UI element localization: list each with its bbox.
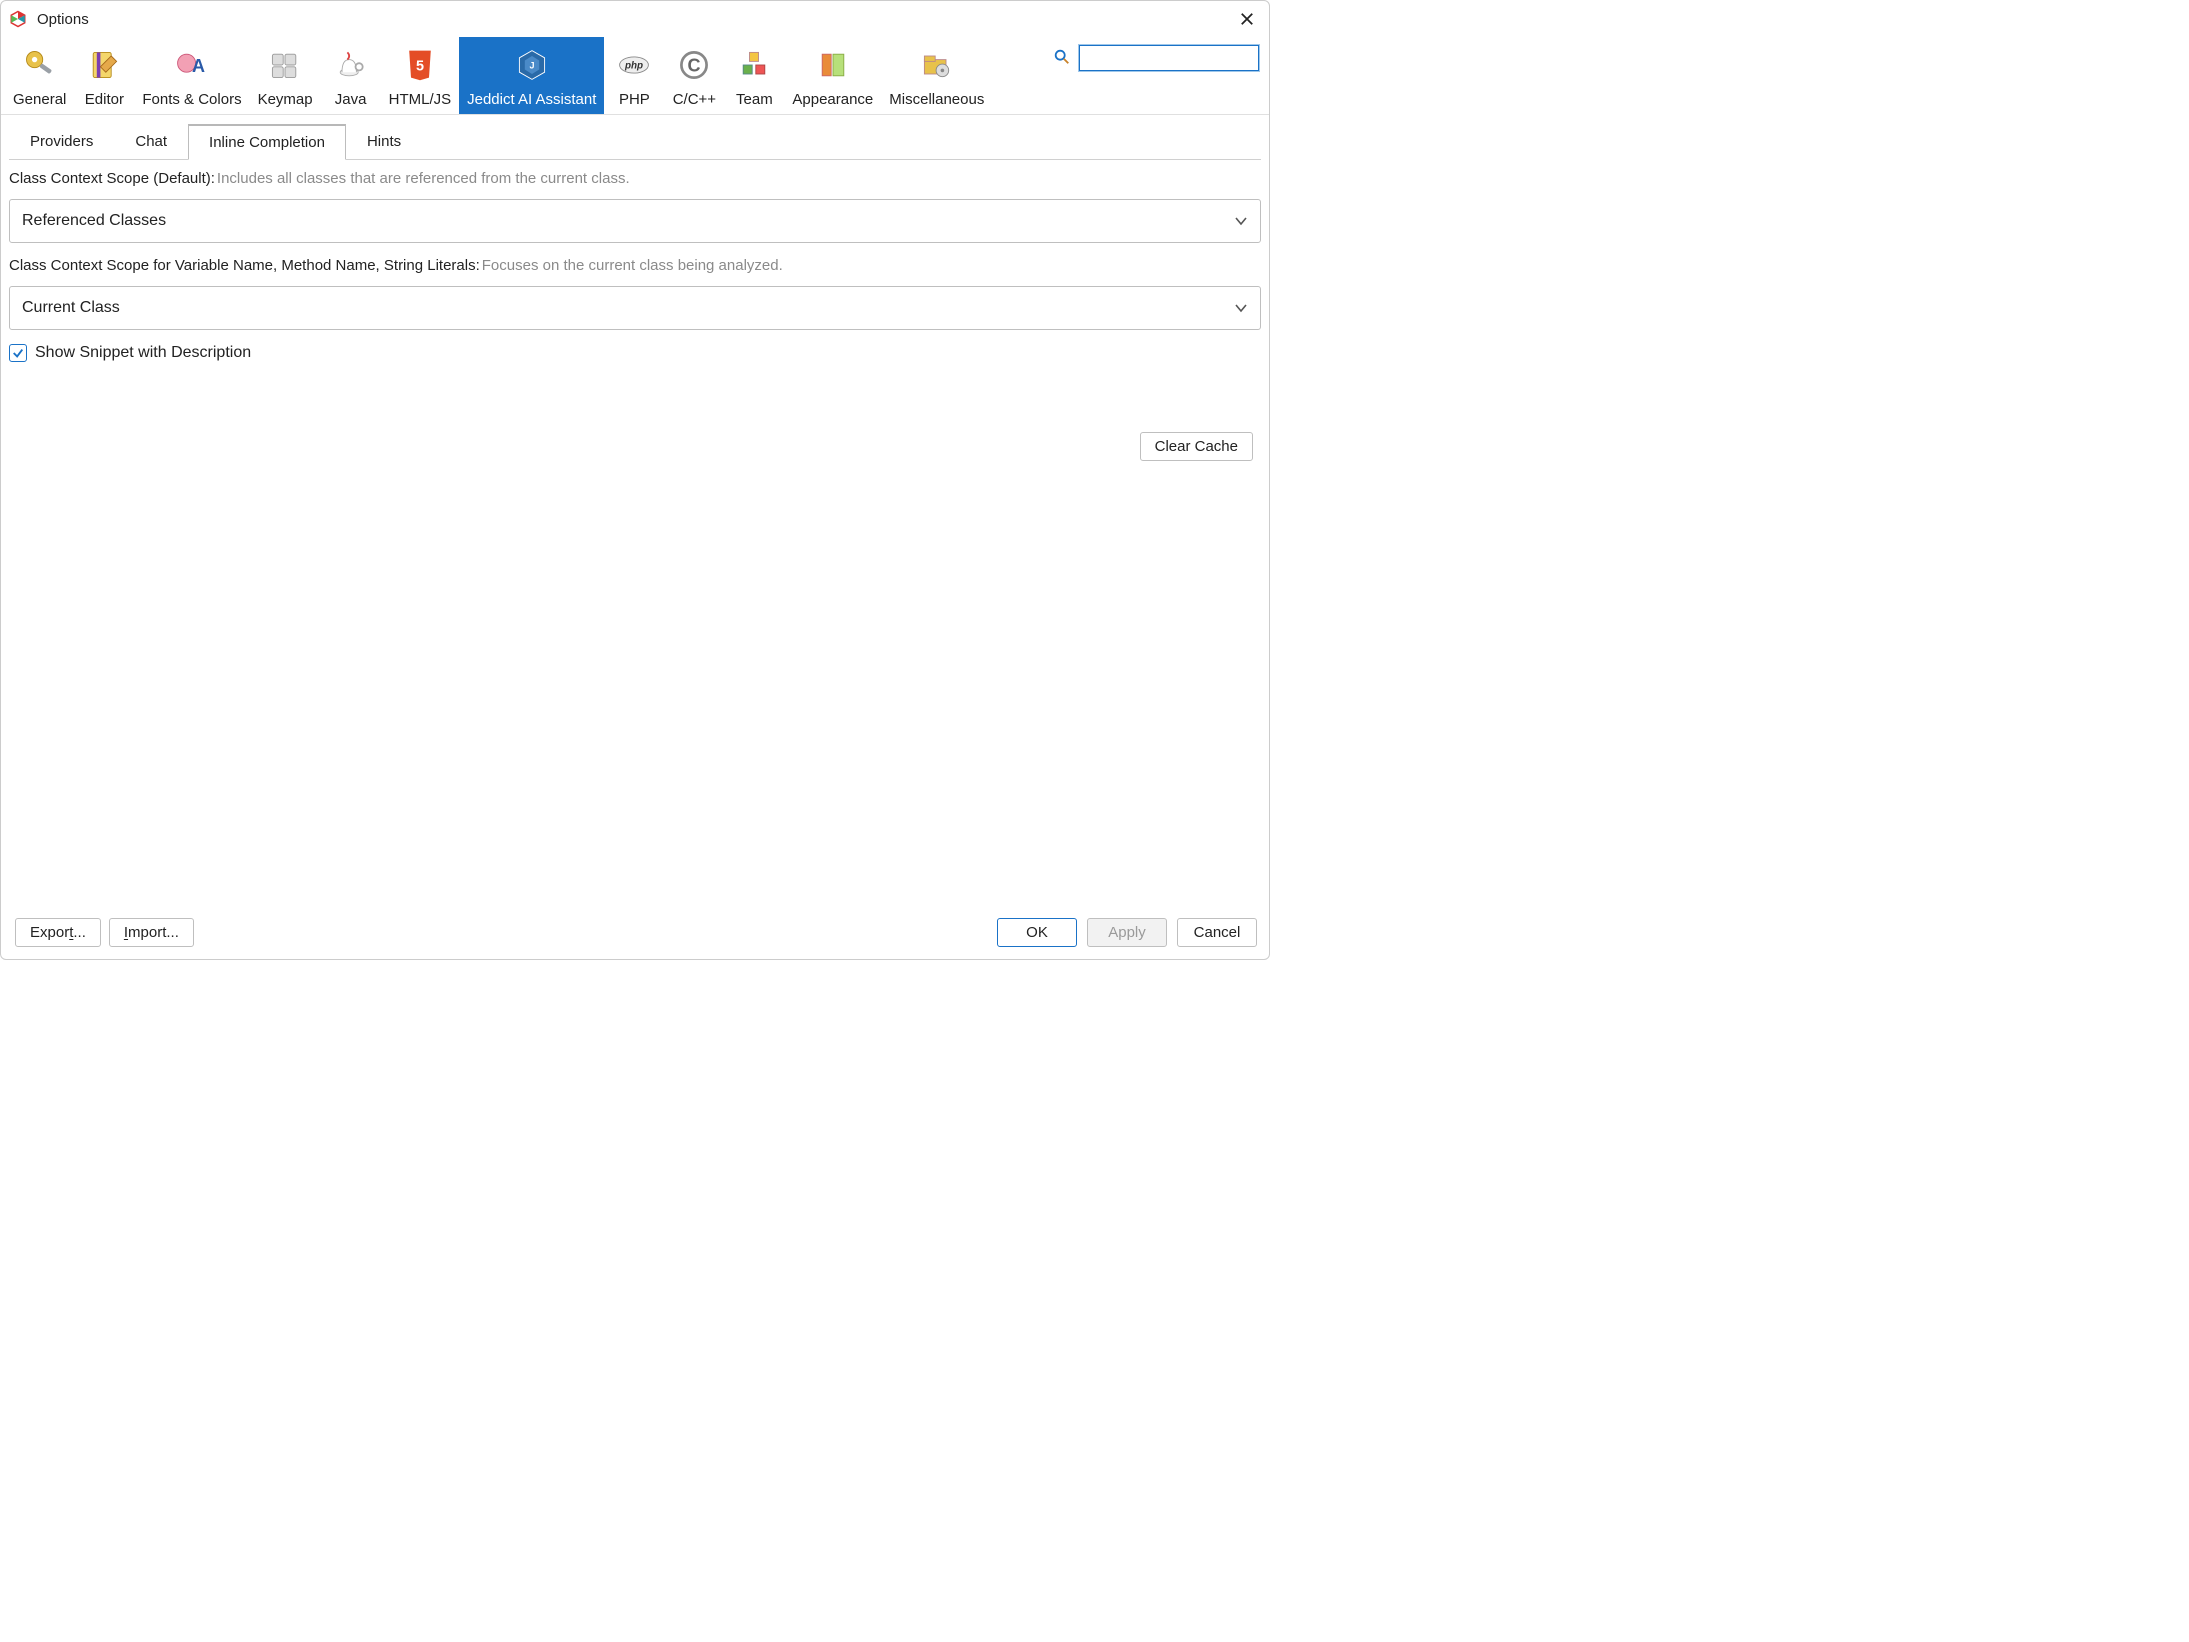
category-editor[interactable]: Editor <box>74 37 134 114</box>
category-label: Fonts & Colors <box>142 91 241 108</box>
tab-providers[interactable]: Providers <box>9 124 114 160</box>
category-label: HTML/JS <box>389 91 452 108</box>
scope-default-value: Referenced Classes <box>22 212 166 230</box>
category-label: Miscellaneous <box>889 91 984 108</box>
category-keymap[interactable]: Keymap <box>250 37 321 114</box>
tab-hints[interactable]: Hints <box>346 124 422 160</box>
export-button[interactable]: Export... <box>15 918 101 947</box>
ok-button[interactable]: OK <box>997 918 1077 947</box>
show-snippet-row: Show Snippet with Description <box>9 344 1261 362</box>
scope-default-select[interactable]: Referenced Classes <box>9 199 1261 243</box>
apply-button: Apply <box>1087 918 1167 947</box>
scope-variable-value: Current Class <box>22 299 120 317</box>
import-button[interactable]: Import... <box>109 918 194 947</box>
book-pencil-icon <box>84 45 124 85</box>
svg-text:J: J <box>529 61 534 71</box>
category-label: Team <box>736 91 773 108</box>
categories: General Editor A <box>5 37 992 114</box>
scope-variable-hint: Focuses on the current class being analy… <box>482 257 783 274</box>
appearance-icon <box>813 45 853 85</box>
search-bar <box>1053 37 1265 71</box>
chevron-down-icon <box>1234 301 1248 315</box>
scope-default-label: Class Context Scope (Default): <box>9 170 215 187</box>
category-general[interactable]: General <box>5 37 74 114</box>
category-team[interactable]: Team <box>724 37 784 114</box>
category-label: PHP <box>619 91 650 108</box>
category-label: General <box>13 91 66 108</box>
svg-text:php: php <box>624 61 643 72</box>
app-icon <box>9 10 27 28</box>
category-ccpp[interactable]: C C/C++ <box>664 37 724 114</box>
category-miscellaneous[interactable]: Miscellaneous <box>881 37 992 114</box>
palette-icon: A <box>172 45 212 85</box>
scope-variable-label-row: Class Context Scope for Variable Name, M… <box>9 257 1261 274</box>
scope-default-hint: Includes all classes that are referenced… <box>217 170 630 187</box>
category-label: Keymap <box>258 91 313 108</box>
tab-inline-completion[interactable]: Inline Completion <box>188 124 346 160</box>
scope-variable-select[interactable]: Current Class <box>9 286 1261 330</box>
search-input[interactable] <box>1079 45 1259 71</box>
html5-icon: 5 <box>400 45 440 85</box>
show-snippet-label: Show Snippet with Description <box>35 344 251 362</box>
folder-gear-icon <box>917 45 957 85</box>
show-snippet-checkbox[interactable] <box>9 344 27 362</box>
category-htmljs[interactable]: 5 HTML/JS <box>381 37 460 114</box>
svg-text:5: 5 <box>416 58 424 74</box>
search-icon <box>1053 48 1073 68</box>
category-toolbar: General Editor A <box>1 37 1269 115</box>
category-jeddict-ai-assistant[interactable]: J Jeddict AI Assistant <box>459 37 604 114</box>
category-label: Java <box>335 91 367 108</box>
scope-variable-label: Class Context Scope for Variable Name, M… <box>9 257 480 274</box>
svg-text:A: A <box>192 56 205 76</box>
dialog-title: Options <box>37 11 89 28</box>
dialog-footer: Export... Import... OK Apply Cancel <box>1 908 1269 959</box>
jeddict-icon: J <box>512 45 552 85</box>
options-dialog: Options General <box>0 0 1270 960</box>
scope-default-label-row: Class Context Scope (Default): Includes … <box>9 170 1261 187</box>
category-php[interactable]: php PHP <box>604 37 664 114</box>
clear-cache-button[interactable]: Clear Cache <box>1140 432 1253 461</box>
titlebar: Options <box>1 1 1269 37</box>
content-area: Providers Chat Inline Completion Hints C… <box>1 115 1269 908</box>
clear-cache-row: Clear Cache <box>9 432 1261 461</box>
tab-chat[interactable]: Chat <box>114 124 188 160</box>
cubes-icon <box>734 45 774 85</box>
category-label: Jeddict AI Assistant <box>467 91 596 108</box>
category-java[interactable]: Java <box>321 37 381 114</box>
subtabs: Providers Chat Inline Completion Hints <box>9 123 1261 160</box>
category-label: Editor <box>85 91 124 108</box>
php-icon: php <box>614 45 654 85</box>
category-label: Appearance <box>792 91 873 108</box>
gear-wrench-icon <box>20 45 60 85</box>
c-gear-icon: C <box>674 45 714 85</box>
category-appearance[interactable]: Appearance <box>784 37 881 114</box>
close-icon[interactable] <box>1233 5 1261 33</box>
svg-text:C: C <box>688 55 701 75</box>
java-cup-icon <box>331 45 371 85</box>
category-fonts-colors[interactable]: A Fonts & Colors <box>134 37 249 114</box>
category-label: C/C++ <box>673 91 716 108</box>
keyboard-icon <box>265 45 305 85</box>
cancel-button[interactable]: Cancel <box>1177 918 1257 947</box>
chevron-down-icon <box>1234 214 1248 228</box>
